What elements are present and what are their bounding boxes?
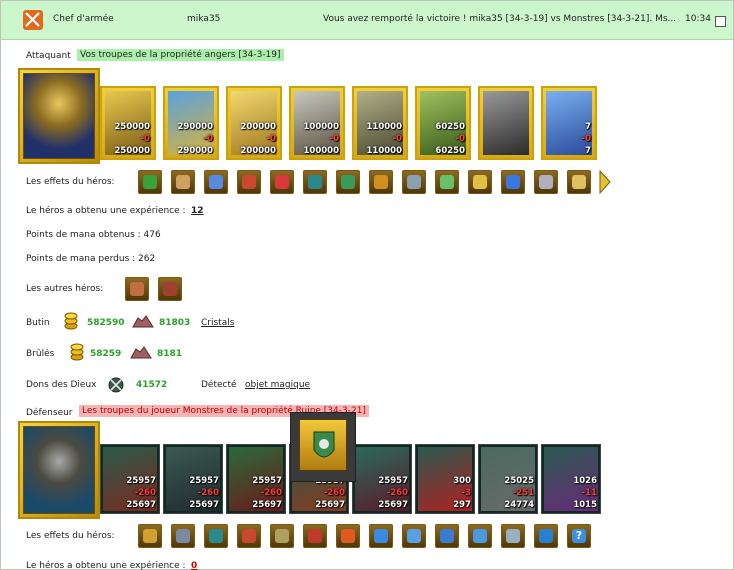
mana-gained: Points de mana obtenus : 476: [26, 230, 161, 240]
gods-label: Dons des Dieux: [26, 380, 97, 390]
attacker-unit[interactable]: 7 -0 7: [541, 86, 597, 160]
hero-effect-icon[interactable]: [369, 524, 393, 548]
attacker-unit[interactable]: [478, 86, 534, 160]
loot-gold: 582590: [87, 318, 125, 328]
hero-effect-icon[interactable]: [435, 170, 459, 194]
hero-effect-icon[interactable]: [534, 524, 558, 548]
hero-effect-icon[interactable]: [567, 170, 591, 194]
hero-effect-icon[interactable]: [171, 170, 195, 194]
attacker-unit[interactable]: 60250 -0 60250: [415, 86, 471, 160]
gold-coins-icon: [70, 343, 84, 361]
hero-effect-icon[interactable]: [534, 170, 558, 194]
loot-crystals-link[interactable]: Cristals: [201, 318, 234, 328]
attacker-label: Attaquant: [26, 51, 71, 61]
hero-effect-icon[interactable]: [171, 524, 195, 548]
burned-label: Brûlés: [26, 349, 55, 359]
hero-effect-icon[interactable]: [138, 170, 162, 194]
attacker-title: Vos troupes de la propriété angers [34-3…: [77, 49, 284, 61]
ore-pile-icon: [132, 315, 154, 328]
attacker-effects-label: Les effets du héros:: [26, 177, 115, 187]
arrow-right-icon[interactable]: [599, 170, 611, 194]
loot-label: Butin: [26, 318, 50, 328]
header-time: 10:34: [685, 14, 711, 24]
defender-unit[interactable]: 300 -3 297: [415, 444, 475, 514]
burned-gold: 58259: [90, 349, 122, 359]
defender-unit[interactable]: 25025 -251 24774: [478, 444, 538, 514]
report-header[interactable]: Chef d'armée mika35 Vous avez remporté l…: [1, 1, 733, 40]
hero-effect-icon[interactable]: [336, 170, 360, 194]
hero-effect-icon[interactable]: [237, 170, 261, 194]
crossed-swords-icon: [23, 10, 43, 30]
hero-effect-icon[interactable]: [336, 524, 360, 548]
defender-experience-value[interactable]: 0: [191, 561, 197, 570]
hero-effect-icon[interactable]: [303, 170, 327, 194]
unit-tooltip-popup: [290, 412, 356, 482]
hero-effect-icon[interactable]: [303, 524, 327, 548]
attacker-unit[interactable]: 110000 -0 110000: [352, 86, 408, 160]
defender-unit[interactable]: 1026 -11 1015: [541, 444, 601, 514]
defender-experience-label: Le héros a obtenu une expérience :: [26, 561, 186, 570]
hero-effect-icon[interactable]: [270, 170, 294, 194]
hero-effect-icon[interactable]: [138, 524, 162, 548]
hero-effect-icon[interactable]: [468, 170, 492, 194]
hero-effect-icon[interactable]: [270, 524, 294, 548]
hero-effect-icon[interactable]: [402, 170, 426, 194]
hero-effect-icon[interactable]: [402, 524, 426, 548]
attacker-unit[interactable]: 290000 -0 290000: [163, 86, 219, 160]
defender-unit[interactable]: 25957 -260 25697: [163, 444, 223, 514]
hero-effect-icon[interactable]: [501, 170, 525, 194]
loot-ore: 81803: [159, 318, 191, 328]
detected-label: Détecté: [201, 380, 237, 390]
tooltip-shield-icon: [299, 419, 347, 471]
defender-unit[interactable]: 25957 -260 25697: [226, 444, 286, 514]
other-heroes-label: Les autres héros:: [26, 284, 104, 294]
attacker-experience-value[interactable]: 12: [191, 206, 204, 216]
mana-lost: Points de mana perdus : 262: [26, 254, 156, 264]
attacker-hero-portrait[interactable]: [18, 68, 100, 164]
hero-effect-icon[interactable]: [237, 524, 261, 548]
burned-ore: 8181: [157, 349, 183, 359]
checkbox-icon[interactable]: [715, 16, 726, 27]
header-player: mika35: [187, 14, 221, 24]
defender-effects-label: Les effets du héros:: [26, 531, 115, 541]
other-hero-icon[interactable]: [158, 277, 182, 301]
defender-unit[interactable]: 25957 -260 25697: [100, 444, 160, 514]
hero-effect-icon[interactable]: [468, 524, 492, 548]
gold-coins-icon: [64, 312, 78, 330]
detected-item-link[interactable]: objet magique: [245, 380, 310, 390]
header-message: Vous avez remporté la victoire ! mika35 …: [323, 14, 677, 24]
battle-report-window: Chef d'armée mika35 Vous avez remporté l…: [0, 0, 734, 570]
gods-value: 41572: [136, 380, 168, 390]
help-icon[interactable]: ?: [567, 524, 591, 548]
divine-gift-icon: [108, 377, 124, 393]
other-hero-icon[interactable]: [125, 277, 149, 301]
defender-unit[interactable]: 25957 -260 25697: [352, 444, 412, 514]
header-role: Chef d'armée: [53, 14, 114, 24]
defender-label: Défenseur: [26, 408, 73, 418]
hero-effect-icon[interactable]: [369, 170, 393, 194]
hero-effect-icon[interactable]: [204, 524, 228, 548]
attacker-experience-label: Le héros a obtenu une expérience :: [26, 206, 186, 216]
hero-effect-icon[interactable]: [435, 524, 459, 548]
attacker-unit[interactable]: 100000 -0 100000: [289, 86, 345, 160]
ore-pile-icon: [130, 346, 152, 359]
hero-effect-icon[interactable]: [204, 170, 228, 194]
attacker-unit[interactable]: 200000 -0 200000: [226, 86, 282, 160]
attacker-unit[interactable]: 250000 -0 250000: [100, 86, 156, 160]
defender-hero-portrait[interactable]: [18, 421, 100, 519]
hero-effect-icon[interactable]: [501, 524, 525, 548]
